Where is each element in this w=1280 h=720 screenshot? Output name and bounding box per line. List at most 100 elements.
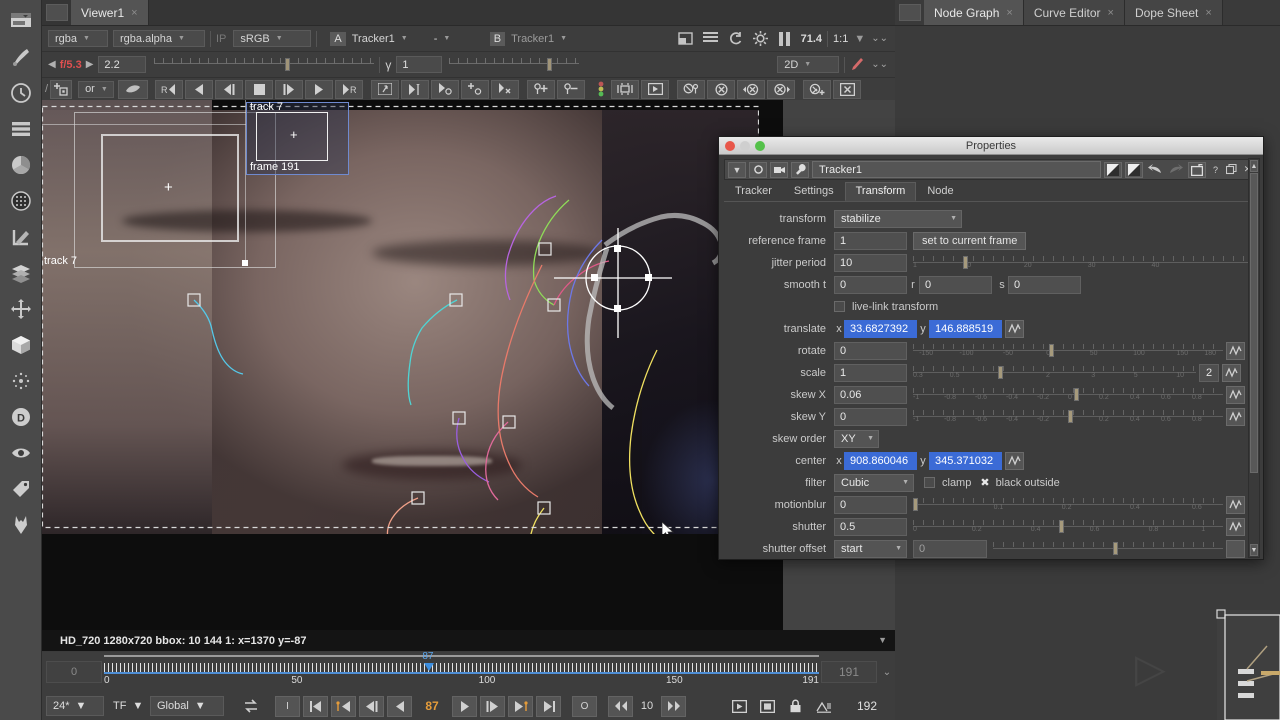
add-keyframe-button[interactable] [527, 79, 556, 99]
frame-ranges-button[interactable] [811, 696, 836, 717]
playback-range-button[interactable] [727, 696, 752, 717]
smooth-r-field[interactable]: 0 [919, 275, 992, 294]
translate-y-field[interactable]: 146.888519 [929, 319, 1002, 338]
rotate-slider[interactable]: -150 -100 -50 0 50 100 150 180 [913, 342, 1223, 360]
play-forward-button[interactable] [305, 79, 334, 99]
total-frames-field[interactable]: 192 [839, 699, 895, 713]
playback-mode-button[interactable] [238, 696, 263, 717]
tab-settings[interactable]: Settings [783, 182, 845, 201]
shutter-offset-slider[interactable] [993, 540, 1223, 558]
panel-grip[interactable] [46, 4, 68, 21]
step-forward-button[interactable] [480, 695, 505, 717]
fstop-next-icon[interactable]: ▶ [86, 59, 94, 70]
color-nodes-icon[interactable] [4, 148, 38, 182]
translate-animation-icon[interactable] [1005, 319, 1024, 338]
layer-selector[interactable]: rgba.alpha ▼ [113, 30, 205, 47]
timeline-ruler[interactable]: 0 50 100 150 191 87 [104, 651, 819, 691]
chevron-down-icon[interactable]: ▼ [854, 33, 865, 45]
transform-selector[interactable]: stabilize ▼ [834, 209, 962, 228]
step-frames-forward-button[interactable] [661, 695, 686, 717]
revert-icon[interactable] [1188, 161, 1206, 178]
tab-transform[interactable]: Transform [844, 182, 917, 201]
rotate-animation-icon[interactable] [1226, 341, 1245, 360]
gamma-field[interactable]: 1 [396, 56, 443, 73]
skew-y-field[interactable]: 0 [834, 407, 907, 426]
play-backward-button[interactable] [185, 79, 214, 99]
step-frames-field[interactable]: 10 [636, 700, 658, 712]
skew-x-slider[interactable]: -1 -0.8 -0.6 -0.4 -0.2 0 0.2 0.4 0.6 0.8 [913, 386, 1223, 404]
step-back-button[interactable] [359, 695, 384, 717]
rotate-field[interactable]: 0 [834, 341, 907, 360]
properties-scrollbar[interactable]: ▲ ▼ [1248, 158, 1260, 558]
redo-icon[interactable] [1167, 162, 1185, 178]
clear-track-backward-button[interactable] [737, 79, 766, 99]
proxy-ratio[interactable]: 1:1 [833, 33, 848, 45]
mask-toggle-1-icon[interactable] [1104, 161, 1122, 178]
image-nodes-icon[interactable] [4, 4, 38, 38]
motionblur-slider[interactable]: 0 0.1 0.2 0.4 0.6 [913, 496, 1223, 514]
tab-node-graph[interactable]: Node Graph × [924, 0, 1024, 25]
expand-chevrons-icon[interactable]: ⌄⌄ [871, 59, 888, 70]
wrench-icon[interactable] [791, 161, 809, 178]
float-window-icon[interactable] [1225, 162, 1238, 178]
play-backward-button[interactable] [387, 695, 412, 717]
gain-slider[interactable] [154, 56, 375, 73]
viewer-image[interactable]: + track 7 track 7 + frame 191 [42, 100, 759, 540]
step-frames-back-button[interactable] [608, 695, 633, 717]
left-toolbar[interactable]: D [0, 0, 42, 720]
chevron-down-icon[interactable]: ▼ [878, 635, 887, 645]
track-forward-button[interactable] [401, 79, 430, 99]
input-b-selector[interactable]: Tracker1 ▼ [505, 30, 585, 47]
filter-nodes-icon[interactable] [4, 184, 38, 218]
translate-x-field[interactable]: 33.6827392 [844, 319, 917, 338]
sync-selector[interactable]: Global ▼ [150, 696, 224, 716]
delete-track-button[interactable] [491, 79, 520, 99]
3d-nodes-icon[interactable] [4, 328, 38, 362]
window-controls[interactable] [725, 141, 765, 151]
roto-paint-button[interactable] [118, 79, 149, 99]
motionblur-field[interactable]: 0 [834, 495, 907, 514]
smooth-t-field[interactable]: 0 [834, 275, 907, 294]
node-color-icon[interactable] [749, 161, 767, 178]
jitter-period-slider[interactable]: 1 10 20 30 40 [913, 254, 1249, 272]
smooth-s-field[interactable]: 0 [1008, 275, 1081, 294]
filter-selector[interactable]: Cubic ▼ [834, 473, 914, 492]
motionblur-animation-icon[interactable] [1226, 495, 1245, 514]
time-nodes-icon[interactable] [4, 76, 38, 110]
add-user-track-button[interactable] [803, 79, 832, 99]
gain-field[interactable]: 2.2 [98, 56, 147, 73]
wipe-icon[interactable] [677, 31, 693, 46]
next-keyframe-button[interactable] [508, 695, 533, 717]
camera-icon[interactable] [770, 161, 788, 178]
pause-icon[interactable] [778, 31, 791, 46]
in-frame-field[interactable]: 0 [46, 661, 102, 683]
goto-start-button[interactable] [303, 695, 328, 717]
traffic-light-icon[interactable] [593, 80, 609, 99]
help-icon[interactable]: ? [1209, 162, 1222, 178]
roto-op-selector[interactable]: or ▼ [78, 80, 115, 98]
transform-nodes-icon[interactable] [4, 292, 38, 326]
expand-chevrons-icon[interactable]: ⌄⌄ [871, 33, 888, 44]
scale-animation-icon[interactable] [1222, 363, 1241, 382]
tab-node[interactable]: Node [916, 182, 964, 201]
add-track-button[interactable] [461, 79, 490, 99]
other-nodes-icon[interactable] [4, 508, 38, 542]
skew-y-slider[interactable]: -1 -0.8 -0.6 -0.4 -0.2 0 0.2 0.4 0.6 0.8 [913, 408, 1223, 426]
reference-frame-field[interactable]: 1 [834, 231, 907, 250]
menu-icon[interactable] [702, 32, 718, 45]
play-forward-button[interactable] [452, 695, 477, 717]
zoom-level[interactable]: 71.4 [801, 33, 822, 45]
tab-curve-editor[interactable]: Curve Editor × [1023, 0, 1125, 25]
shutter-offset-animation-icon[interactable] [1226, 539, 1245, 558]
center-animation-icon[interactable] [1005, 451, 1024, 470]
viewer-mode-selector[interactable]: 2D ▼ [777, 56, 840, 73]
tab-viewer1[interactable]: Viewer1 × [71, 0, 149, 25]
step-forward-button[interactable] [275, 79, 304, 99]
scale-slider[interactable]: 0.3 0.5 1 2 3 5 10 [913, 364, 1196, 382]
shutter-animation-icon[interactable] [1226, 517, 1245, 536]
loop-button[interactable]: O [572, 695, 597, 717]
color-picker-icon[interactable] [850, 57, 864, 72]
center-x-field[interactable]: 908.860046 [844, 451, 917, 470]
properties-window[interactable]: Properties ▼ Tracker1 ? Tracker Settings… [718, 136, 1264, 560]
record-button[interactable] [755, 696, 780, 717]
